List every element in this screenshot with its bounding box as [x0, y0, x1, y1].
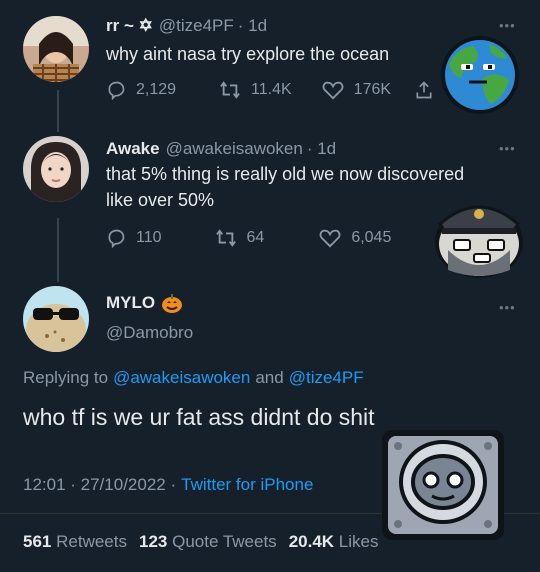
main-display-name[interactable]: MYLO: [106, 293, 155, 313]
thread-connector-1: [57, 90, 59, 132]
heart-icon: [322, 81, 344, 100]
reply-icon: [108, 81, 125, 100]
reply-to-awakeisawoken-link[interactable]: @awakeisawoken: [113, 368, 250, 388]
main-tweet-text: who tf is we ur fat ass didnt do shit: [23, 404, 375, 430]
reply-button[interactable]: 110: [106, 228, 162, 248]
tweet1-display-name[interactable]: rr ~ ✡: [106, 16, 153, 36]
likes-count: 20.4K: [288, 532, 335, 551]
retweets-count: 561: [23, 532, 52, 551]
tweet2-handle[interactable]: @awakeisawoken: [166, 139, 303, 159]
retweets-stat[interactable]: 561 Retweets: [23, 532, 127, 552]
reply-count: 110: [136, 229, 162, 246]
avatar-damobro[interactable]: [23, 286, 89, 352]
reply-to-tize4pf-link[interactable]: @tize4PF: [289, 368, 364, 388]
avatar-awakeisawoken[interactable]: [23, 136, 89, 202]
tweet2-time[interactable]: · 1d: [307, 139, 336, 159]
tweet1-handle[interactable]: @tize4PF: [159, 16, 234, 36]
retweet-icon: [215, 229, 236, 247]
replying-and: and: [255, 368, 284, 387]
retweet-icon: [220, 81, 240, 99]
more-options-icon[interactable]: •••: [499, 141, 516, 156]
reply-icon: [108, 229, 125, 248]
likes-label: Likes: [338, 532, 379, 551]
tweet-client-link[interactable]: Twitter for iPhone: [181, 475, 313, 495]
captain-emoji-sticker: [430, 190, 528, 280]
share-button[interactable]: [414, 80, 434, 100]
replying-to-label: Replying to: [23, 368, 109, 387]
more-options-icon[interactable]: •••: [499, 300, 516, 315]
more-options-icon[interactable]: •••: [499, 18, 516, 33]
like-button[interactable]: 176K: [322, 80, 391, 100]
like-button[interactable]: 6,045: [319, 228, 391, 248]
pumpkin-icon: [161, 292, 183, 314]
like-count: 6,045: [351, 229, 392, 246]
tweet1-time[interactable]: · 1d: [238, 16, 267, 36]
thread-connector-2: [57, 218, 59, 282]
astronaut-emoji-sticker: [378, 424, 508, 544]
reply-button[interactable]: 2,129: [106, 80, 176, 100]
quote-tweets-label: Quote Tweets: [172, 532, 277, 551]
share-icon: [416, 81, 432, 99]
tweet2-display-name[interactable]: Awake: [106, 139, 160, 159]
tweet2-text-line2: like over 50%: [106, 190, 215, 210]
retweet-button[interactable]: 11.4K: [219, 80, 292, 100]
retweet-count: 64: [246, 229, 265, 246]
quote-tweets-count: 123: [138, 532, 168, 551]
retweets-label: Retweets: [56, 532, 127, 551]
reply-count: 2,129: [136, 81, 177, 98]
main-handle[interactable]: @Damobro: [106, 323, 193, 343]
quote-tweets-stat[interactable]: 123 Quote Tweets: [139, 532, 277, 552]
like-count: 176K: [353, 81, 392, 98]
earth-emoji-sticker: [439, 34, 521, 116]
likes-stat[interactable]: 20.4K Likes: [289, 532, 379, 552]
tweet-timestamp[interactable]: 12:01 · 27/10/2022 ·: [23, 475, 176, 495]
avatar-tize4pf[interactable]: [23, 16, 89, 82]
tweet1-text: why aint nasa try explore the ocean: [106, 44, 390, 64]
retweet-button[interactable]: 64: [215, 228, 265, 248]
heart-icon: [319, 229, 341, 248]
retweet-count: 11.4K: [251, 81, 292, 98]
tweet2-text-line1: that 5% thing is really old we now disco…: [106, 164, 465, 184]
